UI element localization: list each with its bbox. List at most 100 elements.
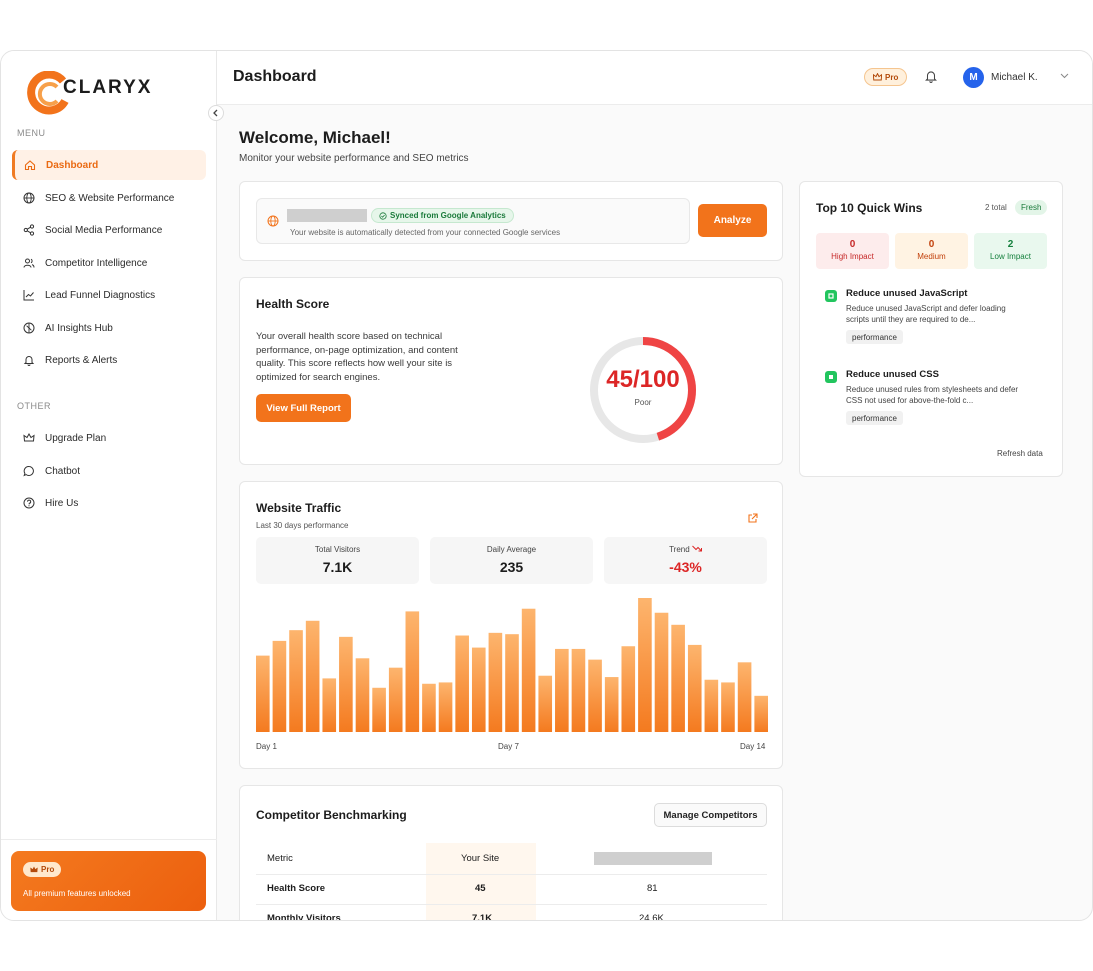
sidebar-item-label: Chatbot bbox=[45, 465, 81, 477]
sidebar-item-label: Hire Us bbox=[45, 497, 79, 509]
traffic-bar[interactable] bbox=[671, 624, 685, 732]
brain-icon bbox=[22, 321, 36, 335]
health-score-card: Health Score Your overall health score b… bbox=[239, 277, 783, 465]
traffic-bar[interactable] bbox=[405, 611, 420, 732]
traffic-bar[interactable] bbox=[256, 655, 270, 732]
traffic-bar[interactable] bbox=[538, 675, 553, 732]
row-metric-health-score: Health Score bbox=[267, 883, 326, 894]
notifications-bell-icon[interactable] bbox=[924, 69, 940, 85]
traffic-bar[interactable] bbox=[355, 658, 370, 732]
traffic-bar[interactable] bbox=[638, 598, 652, 732]
chevron-left-icon bbox=[213, 109, 218, 117]
traffic-bar[interactable] bbox=[687, 644, 702, 732]
website-url-field[interactable]: Synced from Google Analytics Your websit… bbox=[256, 198, 690, 244]
impact-low[interactable]: 2 Low Impact bbox=[974, 233, 1047, 269]
stat-value: 235 bbox=[499, 559, 524, 575]
traffic-bar[interactable] bbox=[322, 678, 337, 732]
quick-win-tag: performance bbox=[846, 330, 903, 344]
pro-badge-label: Pro bbox=[885, 72, 899, 82]
sidebar-item-label: Upgrade Plan bbox=[45, 432, 107, 444]
row-divider bbox=[256, 874, 767, 875]
traffic-bar[interactable] bbox=[754, 695, 768, 732]
redacted-url bbox=[287, 209, 367, 222]
competitor-benchmarking-card: Competitor Benchmarking Manage Competito… bbox=[239, 785, 783, 921]
impact-medium[interactable]: 0 Medium bbox=[895, 233, 968, 269]
trend-label: Trend bbox=[669, 545, 690, 554]
traffic-bar[interactable] bbox=[521, 608, 536, 732]
traffic-bar-chart bbox=[256, 598, 768, 732]
stat-value: -43% bbox=[669, 559, 702, 575]
page-title: Dashboard bbox=[233, 68, 317, 85]
traffic-bar[interactable] bbox=[505, 634, 519, 732]
manage-competitors-button[interactable]: Manage Competitors bbox=[654, 803, 767, 827]
fresh-badge: Fresh bbox=[1015, 200, 1048, 215]
chat-icon bbox=[22, 464, 36, 478]
sidebar-item-reports[interactable]: Reports & Alerts bbox=[12, 345, 206, 375]
sidebar: CLARYX MENU Dashboard SEO & Website Perf… bbox=[1, 51, 224, 920]
menu-section-label: MENU bbox=[17, 128, 46, 138]
crown-icon bbox=[22, 431, 36, 445]
refresh-data-link[interactable]: Refresh data bbox=[997, 449, 1043, 458]
pro-badge[interactable]: Pro bbox=[864, 68, 908, 86]
trend-chart-icon bbox=[22, 288, 36, 302]
traffic-bar[interactable] bbox=[604, 677, 619, 732]
traffic-bar[interactable] bbox=[422, 683, 436, 732]
view-full-report-button[interactable]: View Full Report bbox=[256, 394, 351, 422]
pro-plan-card[interactable]: Pro All premium features unlocked bbox=[11, 851, 206, 911]
sidebar-item-chatbot[interactable]: Chatbot bbox=[12, 456, 206, 486]
chevron-down-icon[interactable] bbox=[1060, 71, 1069, 81]
traffic-bar[interactable] bbox=[372, 687, 386, 732]
sidebar-item-ai-insights[interactable]: AI Insights Hub bbox=[12, 313, 206, 343]
quick-wins-card: Top 10 Quick Wins 2 total Fresh 0 High I… bbox=[799, 181, 1063, 477]
share-icon bbox=[22, 223, 36, 237]
traffic-bar[interactable] bbox=[621, 646, 636, 732]
quick-win-title[interactable]: Reduce unused JavaScript bbox=[846, 288, 967, 299]
traffic-bar[interactable] bbox=[455, 635, 469, 732]
traffic-bar[interactable] bbox=[704, 679, 719, 732]
health-score-description: Your overall health score based on techn… bbox=[256, 331, 458, 383]
url-note: Your website is automatically detected f… bbox=[290, 228, 561, 237]
quick-win-title[interactable]: Reduce unused CSS bbox=[846, 369, 939, 380]
sidebar-item-seo[interactable]: SEO & Website Performance bbox=[12, 183, 206, 213]
traffic-bar[interactable] bbox=[588, 659, 602, 732]
website-url-card: Synced from Google Analytics Your websit… bbox=[239, 181, 783, 261]
user-name[interactable]: Michael K. bbox=[991, 72, 1038, 83]
traffic-bar[interactable] bbox=[339, 636, 353, 732]
traffic-bar[interactable] bbox=[388, 667, 403, 732]
user-avatar[interactable]: M bbox=[963, 67, 984, 88]
traffic-bar[interactable] bbox=[289, 630, 303, 732]
external-link-icon[interactable] bbox=[747, 511, 758, 529]
collapse-sidebar-button[interactable] bbox=[208, 105, 224, 121]
traffic-bar[interactable] bbox=[721, 682, 735, 732]
traffic-bar[interactable] bbox=[471, 647, 486, 732]
traffic-bar[interactable] bbox=[438, 682, 453, 732]
traffic-bar[interactable] bbox=[555, 648, 569, 732]
sidebar-item-upgrade[interactable]: Upgrade Plan bbox=[12, 423, 206, 453]
check-icon bbox=[825, 371, 837, 383]
traffic-bar[interactable] bbox=[272, 640, 287, 732]
x-axis-label-mid: Day 7 bbox=[498, 742, 519, 751]
impact-high[interactable]: 0 High Impact bbox=[816, 233, 889, 269]
analyze-button[interactable]: Analyze bbox=[698, 204, 767, 237]
welcome-subtitle: Monitor your website performance and SEO… bbox=[239, 153, 469, 164]
sidebar-item-hire-us[interactable]: Hire Us bbox=[12, 488, 206, 518]
traffic-bar[interactable] bbox=[488, 632, 503, 732]
other-section-label: OTHER bbox=[17, 401, 51, 411]
brand-name: CLARYX bbox=[63, 77, 153, 98]
sidebar-item-social[interactable]: Social Media Performance bbox=[12, 215, 206, 245]
brand-logo[interactable]: CLARYX bbox=[27, 71, 157, 119]
benchmark-title: Competitor Benchmarking bbox=[256, 808, 407, 822]
sidebar-item-competitor[interactable]: Competitor Intelligence bbox=[12, 248, 206, 278]
traffic-bar[interactable] bbox=[571, 648, 586, 732]
check-circle-icon bbox=[379, 211, 387, 220]
stat-label: Total Visitors bbox=[314, 545, 361, 554]
welcome-title: Welcome, Michael! bbox=[239, 128, 391, 147]
traffic-bar[interactable] bbox=[737, 662, 752, 732]
traffic-bar[interactable] bbox=[654, 612, 669, 732]
pro-badge-label: Pro bbox=[41, 865, 55, 874]
sidebar-item-dashboard[interactable]: Dashboard bbox=[12, 150, 206, 180]
row-metric-monthly-visitors: Monthly Visitors bbox=[267, 913, 341, 921]
sidebar-item-funnel[interactable]: Lead Funnel Diagnostics bbox=[12, 280, 206, 310]
sidebar-item-label: Competitor Intelligence bbox=[45, 257, 148, 269]
traffic-bar[interactable] bbox=[305, 620, 320, 732]
